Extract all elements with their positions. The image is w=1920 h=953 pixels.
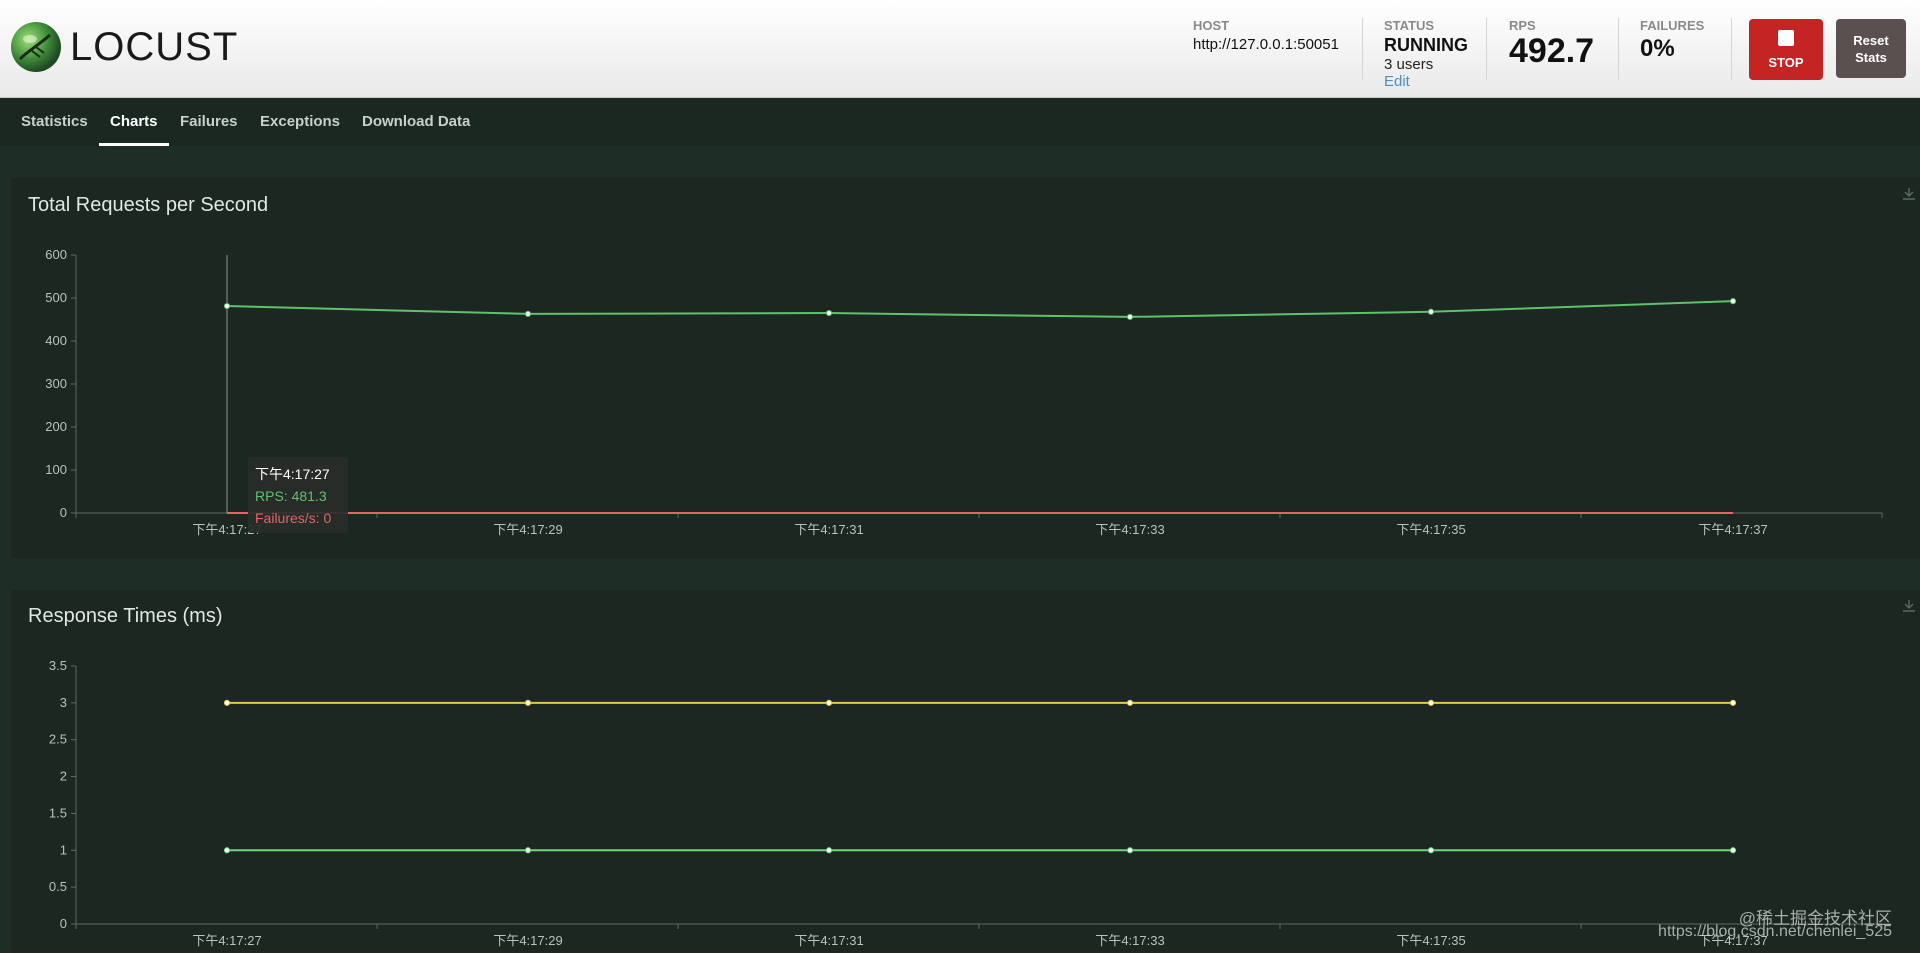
stop-button[interactable]: STOP [1749, 19, 1823, 80]
data-point [1729, 847, 1737, 854]
data-point [1126, 699, 1134, 706]
x-tick-label: 下午4:17:27 [192, 933, 261, 948]
stop-label: STOP [1768, 55, 1804, 70]
y-tick-label: 0.5 [49, 879, 67, 894]
host-stat: HOST http://127.0.0.1:50051 [1193, 18, 1339, 53]
divider [1618, 18, 1619, 80]
y-tick-label: 600 [45, 247, 67, 262]
data-point [1427, 308, 1435, 315]
x-tick-label: 下午4:17:35 [1396, 933, 1465, 948]
header: LOCUST HOST http://127.0.0.1:50051 STATU… [0, 0, 1920, 98]
y-tick-label: 3 [60, 695, 67, 710]
x-tick-label: 下午4:17:31 [794, 522, 863, 537]
chart-tooltip: 下午4:17:27 RPS: 481.3 Failures/s: 0 [248, 457, 348, 533]
response-times-chart: 0 0.5 1 1.5 2 2.5 3 3.5 下午4:17:27 下午4:17:29 下午4:17… [49, 658, 1883, 948]
y-tick-label: 0 [60, 916, 67, 931]
status-value: RUNNING [1384, 35, 1468, 55]
tab-exceptions[interactable]: Exceptions [249, 98, 351, 144]
series-line-rps [226, 300, 1734, 318]
x-tick-label: 下午4:17:29 [493, 933, 562, 948]
status-label: STATUS [1384, 18, 1435, 33]
rps-stat: RPS 492.7 [1509, 18, 1594, 69]
data-point [524, 699, 532, 706]
tab-charts[interactable]: Charts [99, 98, 169, 146]
data-point [1729, 298, 1737, 305]
tab-download-data[interactable]: Download Data [351, 98, 481, 144]
failures-stat: FAILURES 0% [1640, 18, 1704, 63]
y-tick-label: 2 [60, 769, 67, 784]
stats-label: Stats [1855, 49, 1887, 65]
x-tick-label: 下午4:17:35 [1396, 522, 1465, 537]
tooltip-rps: RPS: 481.3 [255, 488, 327, 504]
data-point [825, 699, 833, 706]
y-tick-label: 400 [45, 333, 67, 348]
data-point [1427, 699, 1435, 706]
y-tick-label: 300 [45, 376, 67, 391]
locust-logo[interactable]: LOCUST [10, 20, 238, 74]
x-tick-label: 下午4:17:33 [1095, 933, 1164, 948]
tooltip-failures: Failures/s: 0 [255, 510, 332, 526]
y-tick-label: 200 [45, 419, 67, 434]
reset-stats-button[interactable]: Reset Stats [1836, 19, 1906, 78]
data-point [223, 699, 231, 706]
edit-users-link[interactable]: Edit [1384, 73, 1468, 90]
rps-value: 492.7 [1509, 32, 1595, 70]
x-tick-label: 下午4:17:31 [794, 933, 863, 948]
data-point [1427, 847, 1435, 854]
watermark-2: https://blog.csdn.net/chenlei_525 [1658, 923, 1892, 940]
data-point [1729, 699, 1737, 706]
tab-statistics[interactable]: Statistics [10, 98, 99, 144]
host-label: HOST [1193, 18, 1230, 33]
users-count: 3 users [1384, 56, 1434, 73]
logo-text: LOCUST [70, 24, 239, 69]
data-point [223, 302, 231, 310]
y-tick-label: 1 [60, 842, 67, 857]
data-point [223, 847, 231, 854]
divider [1731, 18, 1732, 80]
nav-tabs: Statistics Charts Failures Exceptions Do… [0, 98, 1920, 146]
x-tick-label: 下午4:17:37 [1698, 522, 1767, 537]
y-tick-label: 500 [45, 290, 67, 305]
failures-label: FAILURES [1640, 18, 1705, 33]
y-tick-label: 1.5 [49, 805, 67, 820]
reset-label: Reset [1853, 32, 1889, 48]
x-tick-label: 下午4:17:29 [493, 522, 562, 537]
locust-logo-icon [11, 22, 61, 72]
status-stat: STATUS RUNNING 3 users Edit [1384, 18, 1468, 90]
y-tick-label: 2.5 [49, 732, 67, 747]
tooltip-time: 下午4:17:27 [255, 466, 330, 482]
divider [1362, 18, 1363, 80]
data-point [1126, 847, 1134, 854]
rps-label: RPS [1509, 18, 1536, 33]
x-tick-label: 下午4:17:33 [1095, 522, 1164, 537]
y-tick-label: 3.5 [49, 658, 67, 673]
y-tick-label: 100 [45, 462, 67, 477]
stop-icon [1778, 30, 1794, 46]
data-point [524, 847, 532, 854]
data-point [524, 310, 532, 318]
data-point [825, 847, 833, 854]
y-tick-label: 0 [60, 505, 67, 520]
tab-failures[interactable]: Failures [169, 98, 249, 144]
divider [1486, 18, 1487, 80]
failures-value: 0% [1640, 35, 1675, 62]
data-point [1126, 313, 1134, 321]
host-value: http://127.0.0.1:50051 [1193, 36, 1339, 53]
data-point [825, 309, 833, 317]
